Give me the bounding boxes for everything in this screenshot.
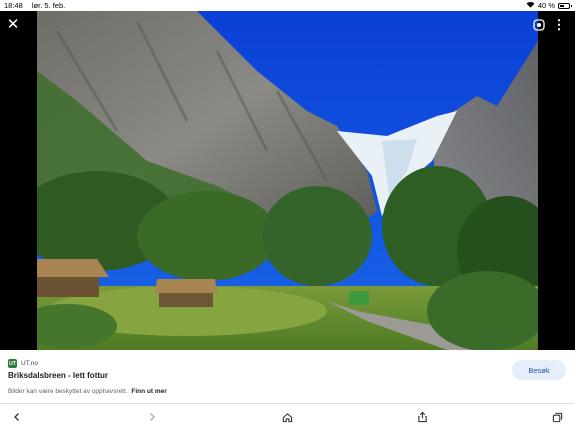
battery-percent: 40 % [537, 1, 555, 10]
status-time: 18:48 [4, 1, 23, 10]
wifi-icon [526, 0, 535, 11]
source-row[interactable]: UT UT.no [8, 359, 38, 368]
result-info-panel: UT UT.no Briksdalsbreen - lett fottur Bi… [0, 350, 575, 403]
close-icon[interactable]: ✕ [5, 17, 21, 33]
forward-icon[interactable] [143, 408, 161, 426]
back-icon[interactable] [8, 408, 26, 426]
status-date: lør. 5. feb. [31, 1, 66, 10]
image-viewer: ✕ ⋮ [0, 11, 575, 350]
battery-icon [558, 2, 572, 9]
learn-more-link[interactable]: Finn ut mer [131, 388, 166, 395]
more-vertical-icon[interactable]: ⋮ [551, 17, 567, 33]
copyright-text: Bilder kan være beskyttet av opphavsrett… [8, 388, 128, 395]
main-photo[interactable] [37, 11, 538, 350]
lens-icon[interactable] [531, 17, 547, 33]
browser-toolbar [0, 404, 575, 431]
home-icon[interactable] [278, 408, 296, 426]
visit-button[interactable]: Besøk [512, 360, 566, 380]
site-favicon-icon: UT [8, 359, 17, 368]
tabs-icon[interactable] [548, 408, 566, 426]
source-name: UT.no [21, 360, 38, 367]
status-bar: 18:48 lør. 5. feb. 40 % [0, 0, 575, 11]
result-title[interactable]: Briksdalsbreen - lett fottur [8, 371, 108, 380]
share-icon[interactable] [413, 408, 431, 426]
copyright-notice: Bilder kan være beskyttet av opphavsrett… [8, 388, 167, 395]
